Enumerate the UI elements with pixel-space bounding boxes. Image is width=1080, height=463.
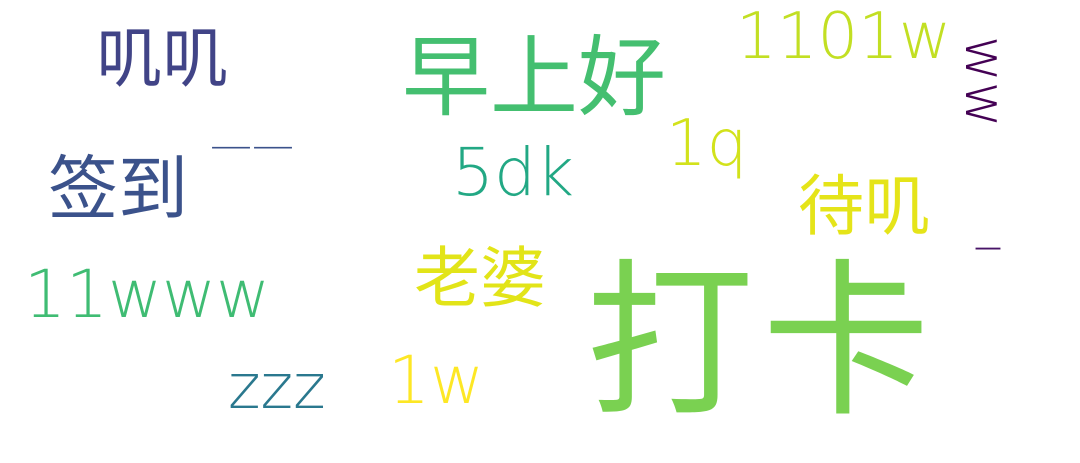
word-zaoshanghao: 早上好 bbox=[402, 26, 667, 129]
word-1q: 1q bbox=[666, 107, 748, 181]
word-11www: 11www bbox=[24, 256, 270, 333]
word-qiandao: 签到 bbox=[48, 148, 188, 230]
word-zzz: zzz bbox=[228, 350, 326, 423]
word-jiji: 叽叽 bbox=[96, 20, 228, 97]
word-daiji: 待叽 bbox=[798, 168, 930, 245]
word-laopo: 老婆 bbox=[414, 240, 546, 317]
word-5dk: 5dk bbox=[452, 134, 575, 211]
word-dash-long: —— bbox=[210, 120, 294, 169]
word-cloud: 打卡 早上好 1101w 叽叽 签到 5dk 1q 待叽 老婆 11www zz… bbox=[0, 0, 1080, 463]
word-ww: ww bbox=[952, 36, 1017, 128]
word-1101w: 1101w bbox=[736, 0, 952, 74]
word-daka: 打卡 bbox=[586, 244, 938, 440]
word-1w: 1w bbox=[388, 342, 484, 419]
word-underscore: _ bbox=[976, 194, 1000, 250]
